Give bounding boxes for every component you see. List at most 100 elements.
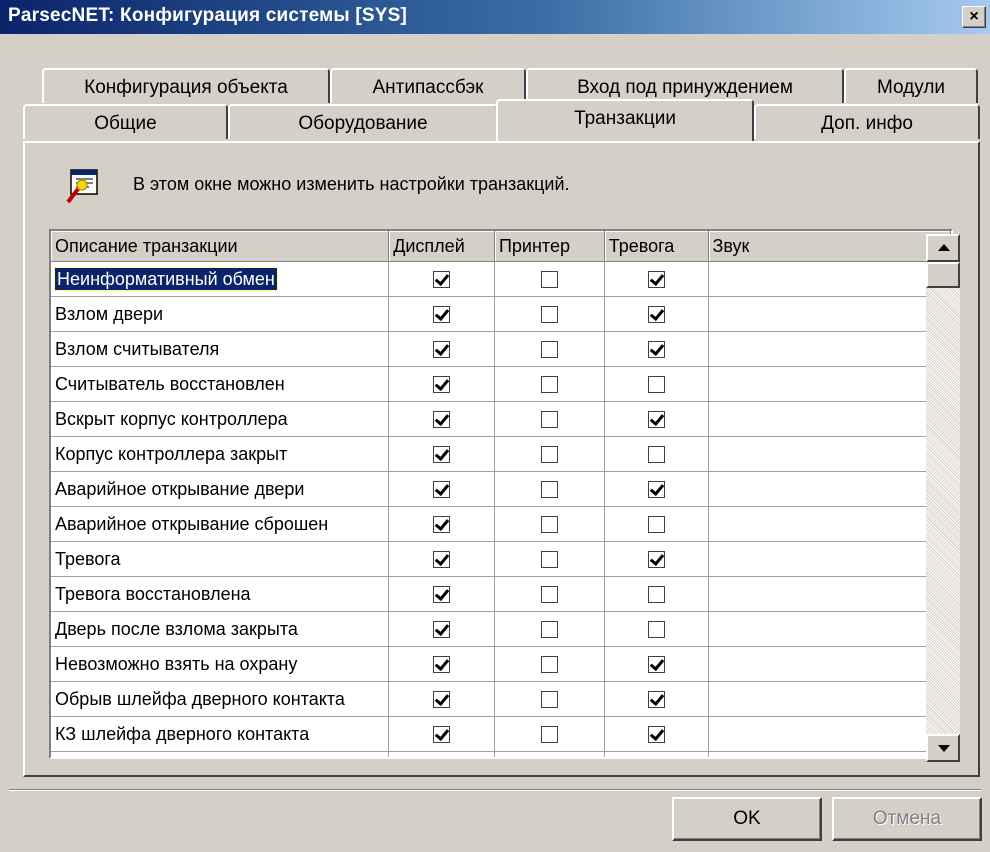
transaction-description[interactable]: Обрыв шлейфа дверного контакта <box>51 681 390 717</box>
column-header-display[interactable]: Дисплей <box>388 231 495 262</box>
cancel-button[interactable]: Отмена <box>832 797 982 841</box>
transaction-description[interactable]: Вскрыт корпус контроллера <box>51 401 390 437</box>
tab-equipment[interactable]: Оборудование <box>228 104 498 139</box>
ok-button[interactable]: OK <box>672 797 822 841</box>
tab-additional-info[interactable]: Доп. инфо <box>754 104 980 139</box>
scroll-thumb[interactable] <box>926 262 960 288</box>
display-checkbox[interactable] <box>433 691 451 709</box>
printer-checkbox[interactable] <box>540 341 558 359</box>
table-row[interactable]: КЗ шлейфа дверного контакта ··· <box>51 716 951 752</box>
transaction-description[interactable]: Невозможно взять на охрану <box>51 646 390 682</box>
transaction-description[interactable]: Шлейф <box>51 751 390 757</box>
tab-antipassback[interactable]: Антипассбэк <box>330 68 526 103</box>
tab-transactions[interactable]: Транзакции <box>496 99 754 141</box>
alarm-checkbox[interactable] <box>647 341 665 359</box>
display-checkbox[interactable] <box>433 551 451 569</box>
display-checkbox-cell <box>388 331 495 367</box>
alarm-checkbox-cell <box>604 576 709 612</box>
tab-modules[interactable]: Модули <box>844 68 978 103</box>
alarm-checkbox[interactable] <box>647 586 665 604</box>
alarm-checkbox[interactable] <box>647 516 665 534</box>
transaction-description[interactable]: КЗ шлейфа дверного контакта <box>51 716 390 752</box>
scroll-up-button[interactable] <box>926 234 960 262</box>
table-row[interactable]: Дверь после взлома закрыта ··· <box>51 611 951 647</box>
table-row[interactable]: Аварийное открывание сброшен ··· <box>51 506 951 542</box>
display-checkbox[interactable] <box>433 446 451 464</box>
alarm-checkbox[interactable] <box>647 551 665 569</box>
alarm-checkbox[interactable] <box>647 271 665 289</box>
column-header-printer[interactable]: Принтер <box>494 231 605 262</box>
transaction-description[interactable]: Неинформативный обмен <box>51 261 390 297</box>
table-row[interactable]: Аварийное открывание двери ··· <box>51 471 951 507</box>
transaction-description[interactable]: Корпус контроллера закрыт <box>51 436 390 472</box>
alarm-checkbox[interactable] <box>647 656 665 674</box>
table-row[interactable]: Обрыв шлейфа дверного контакта ··· <box>51 681 951 717</box>
close-button[interactable]: × <box>962 6 986 28</box>
printer-checkbox-cell <box>494 331 605 367</box>
transaction-description[interactable]: Взлом считывателя <box>51 331 390 367</box>
printer-checkbox[interactable] <box>540 551 558 569</box>
arrow-down-icon <box>938 745 950 752</box>
printer-checkbox[interactable] <box>540 481 558 499</box>
transaction-description[interactable]: Аварийное открывание сброшен <box>51 506 390 542</box>
table-row[interactable]: Невозможно взять на охрану ··· <box>51 646 951 682</box>
sound-cell: ··· <box>708 716 951 752</box>
table-row[interactable]: Вскрыт корпус контроллера ··· <box>51 401 951 437</box>
display-checkbox[interactable] <box>433 411 451 429</box>
table-row[interactable]: Взлом двери ··· <box>51 296 951 332</box>
tab-duress-entry[interactable]: Вход под принуждением <box>526 68 844 103</box>
table-row[interactable]: Шлейф ··· <box>51 751 951 757</box>
display-checkbox[interactable] <box>433 376 451 394</box>
table-row[interactable]: Тревога восстановлена ··· <box>51 576 951 612</box>
column-header-sound[interactable]: Звук <box>708 231 951 262</box>
display-checkbox[interactable] <box>433 621 451 639</box>
tab-object-config[interactable]: Конфигурация объекта <box>42 68 330 103</box>
alarm-checkbox[interactable] <box>647 446 665 464</box>
display-checkbox[interactable] <box>433 481 451 499</box>
printer-checkbox[interactable] <box>540 411 558 429</box>
transaction-description[interactable]: Аварийное открывание двери <box>51 471 390 507</box>
display-checkbox-cell <box>388 541 495 577</box>
transaction-description[interactable]: Тревога восстановлена <box>51 576 390 612</box>
printer-checkbox[interactable] <box>540 306 558 324</box>
display-checkbox[interactable] <box>433 586 451 604</box>
transaction-description[interactable]: Дверь после взлома закрыта <box>51 611 390 647</box>
alarm-checkbox[interactable] <box>647 621 665 639</box>
alarm-checkbox[interactable] <box>647 376 665 394</box>
transaction-description[interactable]: Взлом двери <box>51 296 390 332</box>
vertical-scrollbar[interactable] <box>926 234 960 762</box>
table-row[interactable]: Корпус контроллера закрыт ··· <box>51 436 951 472</box>
alarm-checkbox[interactable] <box>647 691 665 709</box>
alarm-checkbox[interactable] <box>647 726 665 744</box>
table-row[interactable]: Неинформативный обмен ··· <box>51 261 951 297</box>
alarm-checkbox[interactable] <box>647 306 665 324</box>
printer-checkbox[interactable] <box>540 446 558 464</box>
scroll-down-button[interactable] <box>926 734 960 762</box>
tab-general[interactable]: Общие <box>23 104 228 139</box>
table-row[interactable]: Взлом считывателя ··· <box>51 331 951 367</box>
printer-checkbox[interactable] <box>540 376 558 394</box>
column-header-description[interactable]: Описание транзакции <box>51 231 390 262</box>
printer-checkbox[interactable] <box>540 621 558 639</box>
display-checkbox[interactable] <box>433 341 451 359</box>
printer-checkbox[interactable] <box>540 726 558 744</box>
table-row[interactable]: Считыватель восстановлен ··· <box>51 366 951 402</box>
display-checkbox[interactable] <box>433 516 451 534</box>
transaction-description[interactable]: Тревога <box>51 541 390 577</box>
printer-checkbox[interactable] <box>540 691 558 709</box>
table-row[interactable]: Тревога ··· <box>51 541 951 577</box>
column-header-alarm[interactable]: Тревога <box>604 231 709 262</box>
printer-checkbox[interactable] <box>540 656 558 674</box>
display-checkbox[interactable] <box>433 271 451 289</box>
printer-checkbox[interactable] <box>540 586 558 604</box>
display-checkbox[interactable] <box>433 656 451 674</box>
transactions-grid[interactable]: Описание транзакции Дисплей Принтер Трев… <box>49 229 953 759</box>
printer-checkbox[interactable] <box>540 516 558 534</box>
alarm-checkbox[interactable] <box>647 411 665 429</box>
display-checkbox[interactable] <box>433 726 451 744</box>
printer-checkbox[interactable] <box>540 271 558 289</box>
alarm-checkbox[interactable] <box>647 481 665 499</box>
alarm-checkbox-cell <box>604 646 709 682</box>
display-checkbox[interactable] <box>433 306 451 324</box>
transaction-description[interactable]: Считыватель восстановлен <box>51 366 390 402</box>
